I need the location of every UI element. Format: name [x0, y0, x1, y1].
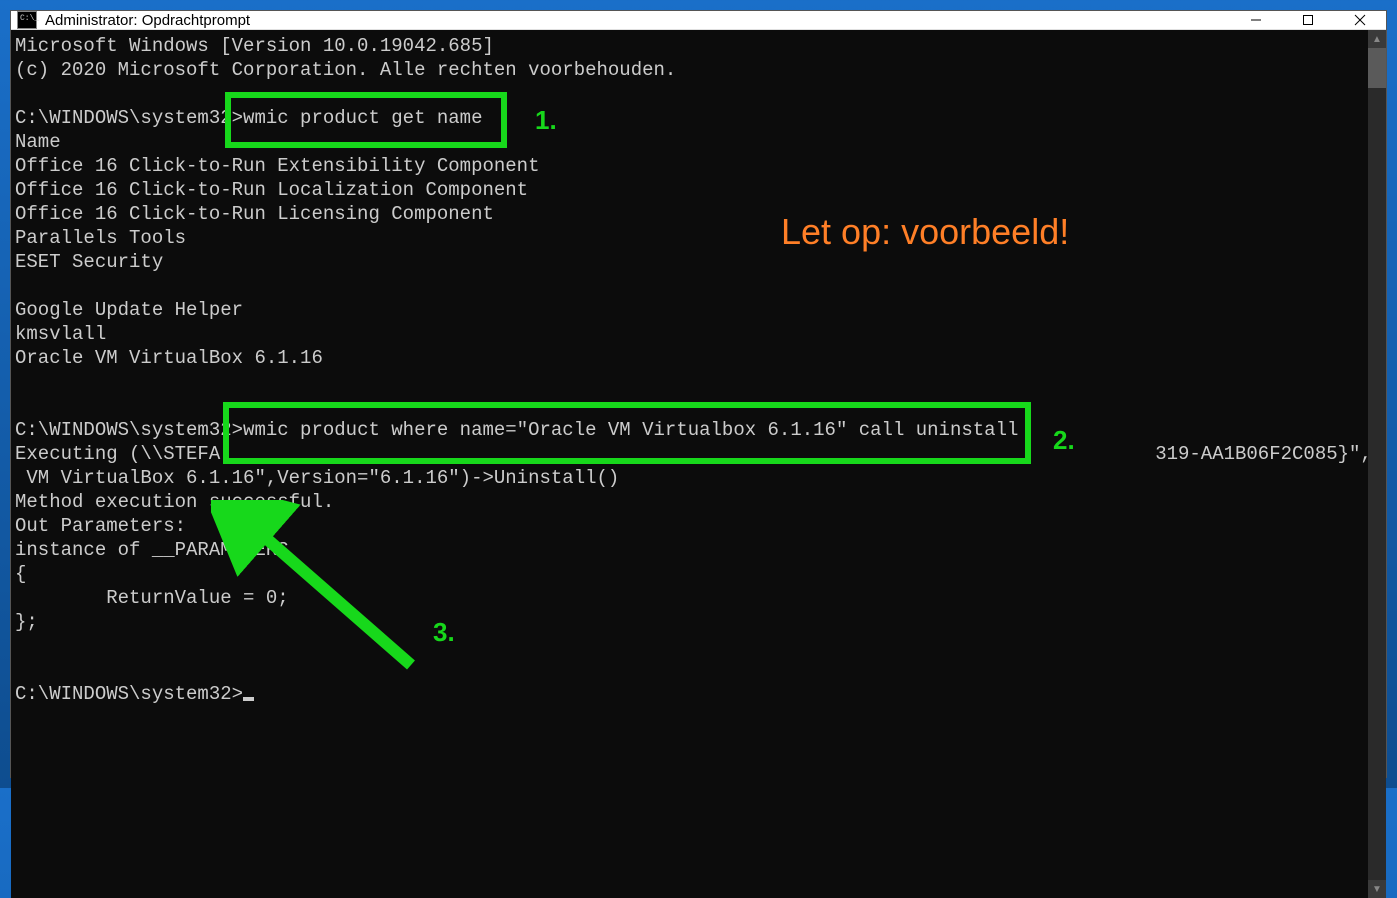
instance-line: instance of __PARAMETERS: [15, 539, 289, 561]
scroll-thumb[interactable]: [1368, 48, 1386, 88]
exec-line-b: 319-AA1B06F2C085}",Name="Oracle: [1155, 443, 1368, 465]
annotation-2: 2.: [1053, 428, 1075, 452]
title-bar[interactable]: Administrator: Opdrachtprompt: [11, 11, 1386, 30]
output-row: Parallels Tools: [15, 227, 186, 249]
annotation-3: 3.: [433, 620, 455, 644]
output-row: Office 16 Click-to-Run Localization Comp…: [15, 179, 528, 201]
output-row: Oracle VM VirtualBox 6.1.16: [15, 347, 323, 369]
prompt-2: C:\WINDOWS\system32>: [15, 419, 243, 441]
cmd-window: Administrator: Opdrachtprompt Microsoft …: [10, 10, 1387, 778]
output-row: ESET Security: [15, 251, 163, 273]
output-row: kmsvlall: [15, 323, 106, 345]
scroll-up-button[interactable]: ▲: [1368, 30, 1386, 48]
output-row: Google Update Helper: [15, 299, 243, 321]
window-controls: [1230, 11, 1386, 29]
out-params: Out Parameters:: [15, 515, 186, 537]
copyright-line: (c) 2020 Microsoft Corporation. Alle rec…: [15, 59, 676, 81]
prompt-1: C:\WINDOWS\system32>: [15, 107, 243, 129]
terminal-output[interactable]: Microsoft Windows [Version 10.0.19042.68…: [11, 30, 1368, 898]
brace-close: };: [15, 611, 38, 633]
terminal-area: Microsoft Windows [Version 10.0.19042.68…: [11, 30, 1386, 898]
output-row: Office 16 Click-to-Run Extensibility Com…: [15, 155, 540, 177]
cursor: [243, 697, 254, 701]
version-line: Microsoft Windows [Version 10.0.19042.68…: [15, 35, 494, 57]
scrollbar[interactable]: ▲ ▼: [1368, 30, 1386, 898]
output-header: Name: [15, 131, 61, 153]
command-1: wmic product get name: [243, 107, 482, 129]
cmd-icon: [17, 11, 37, 29]
exec-line-2: VM VirtualBox 6.1.16",Version="6.1.16")-…: [15, 467, 619, 489]
return-value: ReturnValue = 0;: [15, 587, 289, 609]
warning-text: Let op: voorbeeld!: [781, 220, 1069, 244]
exec-line-a: Executing (\\STEFA: [15, 443, 220, 465]
method-success: Method execution successful.: [15, 491, 334, 513]
output-row: Office 16 Click-to-Run Licensing Compone…: [15, 203, 494, 225]
brace-open: {: [15, 563, 26, 585]
close-button[interactable]: [1334, 11, 1386, 29]
annotation-1: 1.: [535, 108, 557, 132]
minimize-button[interactable]: [1230, 11, 1282, 29]
maximize-button[interactable]: [1282, 11, 1334, 29]
command-2: wmic product where name="Oracle VM Virtu…: [243, 419, 1018, 441]
prompt-3: C:\WINDOWS\system32>: [15, 683, 243, 705]
window-title: Administrator: Opdrachtprompt: [45, 12, 1230, 29]
scroll-down-button[interactable]: ▼: [1368, 880, 1386, 898]
